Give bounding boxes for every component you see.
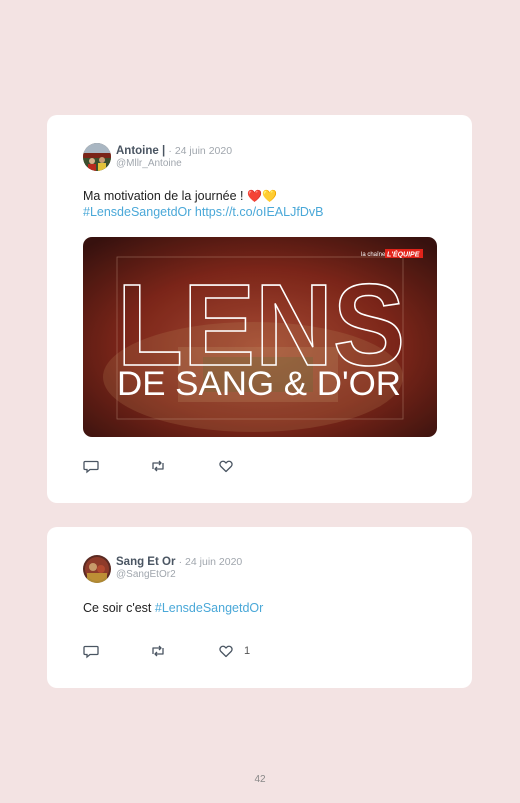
like-icon — [219, 460, 233, 473]
retweet-icon — [152, 460, 164, 472]
brand-small: la chaîne — [361, 252, 386, 258]
media-subtitle: DE SANG & D'OR — [117, 365, 401, 403]
like-button[interactable]: 1 — [218, 643, 250, 659]
tweet-body: Ce soir c'est — [83, 601, 152, 615]
like-icon — [219, 645, 233, 658]
tweet-text: Ce soir c'est #LensdeSangetdOr — [83, 600, 442, 616]
media-image[interactable]: la chaîne L'ÉQUIPE LENS DE SANG & D'OR — [83, 237, 437, 437]
retweet-button[interactable] — [150, 643, 166, 659]
reply-icon — [83, 645, 99, 659]
reply-button[interactable] — [83, 643, 99, 659]
author-handle[interactable]: @Mllr_Antoine — [116, 158, 182, 169]
tweet-date[interactable]: · 24 juin 2020 — [168, 145, 232, 157]
tweet-text: Ma motivation de la journée ! ❤️💛 #Lensd… — [83, 188, 442, 220]
tweet-card: Antoine | · 24 juin 2020 @Mllr_Antoine M… — [47, 115, 472, 503]
retweet-icon — [152, 645, 164, 657]
author-handle[interactable]: @SangEtOr2 — [116, 569, 176, 580]
reply-button[interactable] — [83, 458, 99, 474]
tweet-actions: 1 — [83, 643, 283, 659]
reply-icon — [83, 460, 99, 474]
brand-logo: L'ÉQUIPE — [387, 250, 420, 259]
hashtag-link[interactable]: #LensdeSangetdOr — [83, 205, 191, 219]
author-row: Sang Et Or · 24 juin 2020 — [116, 556, 242, 568]
retweet-button[interactable] — [150, 458, 166, 474]
author-row: Antoine | · 24 juin 2020 — [116, 145, 232, 157]
avatar[interactable] — [83, 555, 111, 583]
url-link[interactable]: https://t.co/oIEALJfDvB — [195, 205, 324, 219]
hashtag-link[interactable]: #LensdeSangetdOr — [155, 601, 263, 615]
author-name[interactable]: Sang Et Or — [116, 556, 175, 568]
like-button[interactable] — [218, 458, 234, 474]
tweet-card: Sang Et Or · 24 juin 2020 @SangEtOr2 Ce … — [47, 527, 472, 688]
avatar[interactable] — [83, 143, 111, 171]
tweet-body: Ma motivation de la journée ! — [83, 189, 244, 203]
tweet-actions — [83, 458, 283, 474]
page-number: 42 — [254, 774, 266, 785]
like-count: 1 — [244, 645, 251, 657]
hearts-emoji: ❤️💛 — [247, 189, 277, 203]
author-name[interactable]: Antoine | — [116, 145, 165, 157]
tweet-date[interactable]: · 24 juin 2020 — [179, 556, 243, 568]
